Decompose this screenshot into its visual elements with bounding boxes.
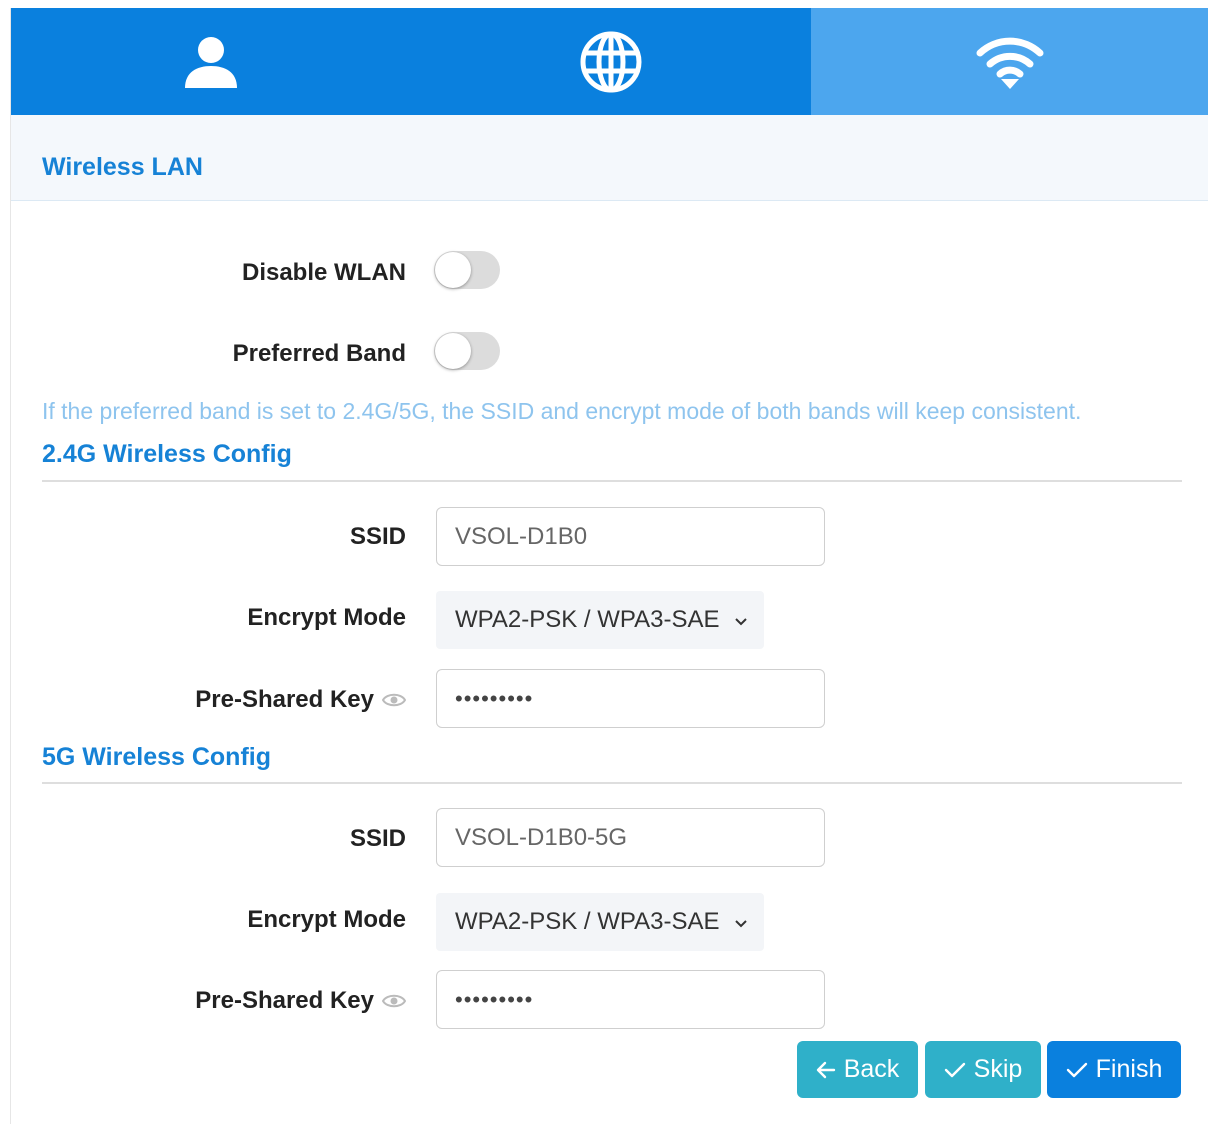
disable-wlan-label: Disable WLAN xyxy=(241,259,406,286)
divider xyxy=(42,480,1182,482)
band24-title: 2.4G Wireless Config xyxy=(42,440,292,468)
preferred-band-label: Preferred Band xyxy=(232,340,406,367)
wizard-steps xyxy=(11,8,1208,115)
band24-encrypt-select[interactable]: WPA2-PSK / WPA3-SAE xyxy=(436,591,764,649)
back-button[interactable]: Back xyxy=(797,1041,918,1098)
finish-button[interactable]: Finish xyxy=(1047,1041,1181,1098)
band24-key-label-row: Pre-Shared Key xyxy=(195,686,407,715)
tab-wireless[interactable] xyxy=(811,8,1208,115)
arrow-left-icon xyxy=(816,1061,836,1079)
band5-title: 5G Wireless Config xyxy=(42,743,271,771)
check-icon xyxy=(1066,1061,1088,1079)
skip-button-label: Skip xyxy=(973,1055,1023,1083)
disable-wlan-toggle[interactable] xyxy=(434,251,500,289)
eye-icon[interactable] xyxy=(381,687,407,715)
band24-ssid-input[interactable] xyxy=(436,507,825,566)
band24-encrypt-label: Encrypt Mode xyxy=(247,604,406,631)
band24-key-label: Pre-Shared Key xyxy=(195,686,374,713)
wifi-icon xyxy=(976,37,1044,89)
toggle-knob xyxy=(435,333,471,369)
preferred-band-hint: If the preferred band is set to 2.4G/5G,… xyxy=(42,398,1082,424)
band5-ssid-label: SSID xyxy=(349,825,406,852)
toggle-knob xyxy=(435,252,471,288)
chevron-down-icon xyxy=(734,908,748,936)
globe-icon xyxy=(580,31,642,92)
band24-encrypt-value: WPA2-PSK / WPA3-SAE xyxy=(455,606,720,633)
tab-account[interactable] xyxy=(11,8,411,115)
preferred-band-toggle[interactable] xyxy=(434,332,500,370)
user-icon xyxy=(185,36,237,88)
finish-button-label: Finish xyxy=(1095,1055,1163,1083)
band5-encrypt-select[interactable]: WPA2-PSK / WPA3-SAE xyxy=(436,893,764,951)
band5-encrypt-label: Encrypt Mode xyxy=(247,906,406,933)
skip-button[interactable]: Skip xyxy=(925,1041,1041,1098)
section-header: Wireless LAN xyxy=(11,115,1208,201)
check-icon xyxy=(944,1061,966,1079)
band5-key-label-row: Pre-Shared Key xyxy=(195,987,407,1016)
back-button-label: Back xyxy=(843,1055,900,1083)
band5-key-label: Pre-Shared Key xyxy=(195,987,374,1014)
tab-internet[interactable] xyxy=(411,8,811,115)
divider xyxy=(42,782,1182,784)
eye-icon[interactable] xyxy=(381,988,407,1016)
band24-ssid-label: SSID xyxy=(349,523,406,550)
chevron-down-icon xyxy=(734,606,748,634)
band24-key-input[interactable] xyxy=(436,669,825,728)
section-title: Wireless LAN xyxy=(42,153,203,181)
band5-key-input[interactable] xyxy=(436,970,825,1029)
setup-wizard: Wireless LAN Disable WLAN Preferred Band… xyxy=(10,8,1208,1124)
band5-ssid-input[interactable] xyxy=(436,808,825,867)
band5-encrypt-value: WPA2-PSK / WPA3-SAE xyxy=(455,908,720,935)
